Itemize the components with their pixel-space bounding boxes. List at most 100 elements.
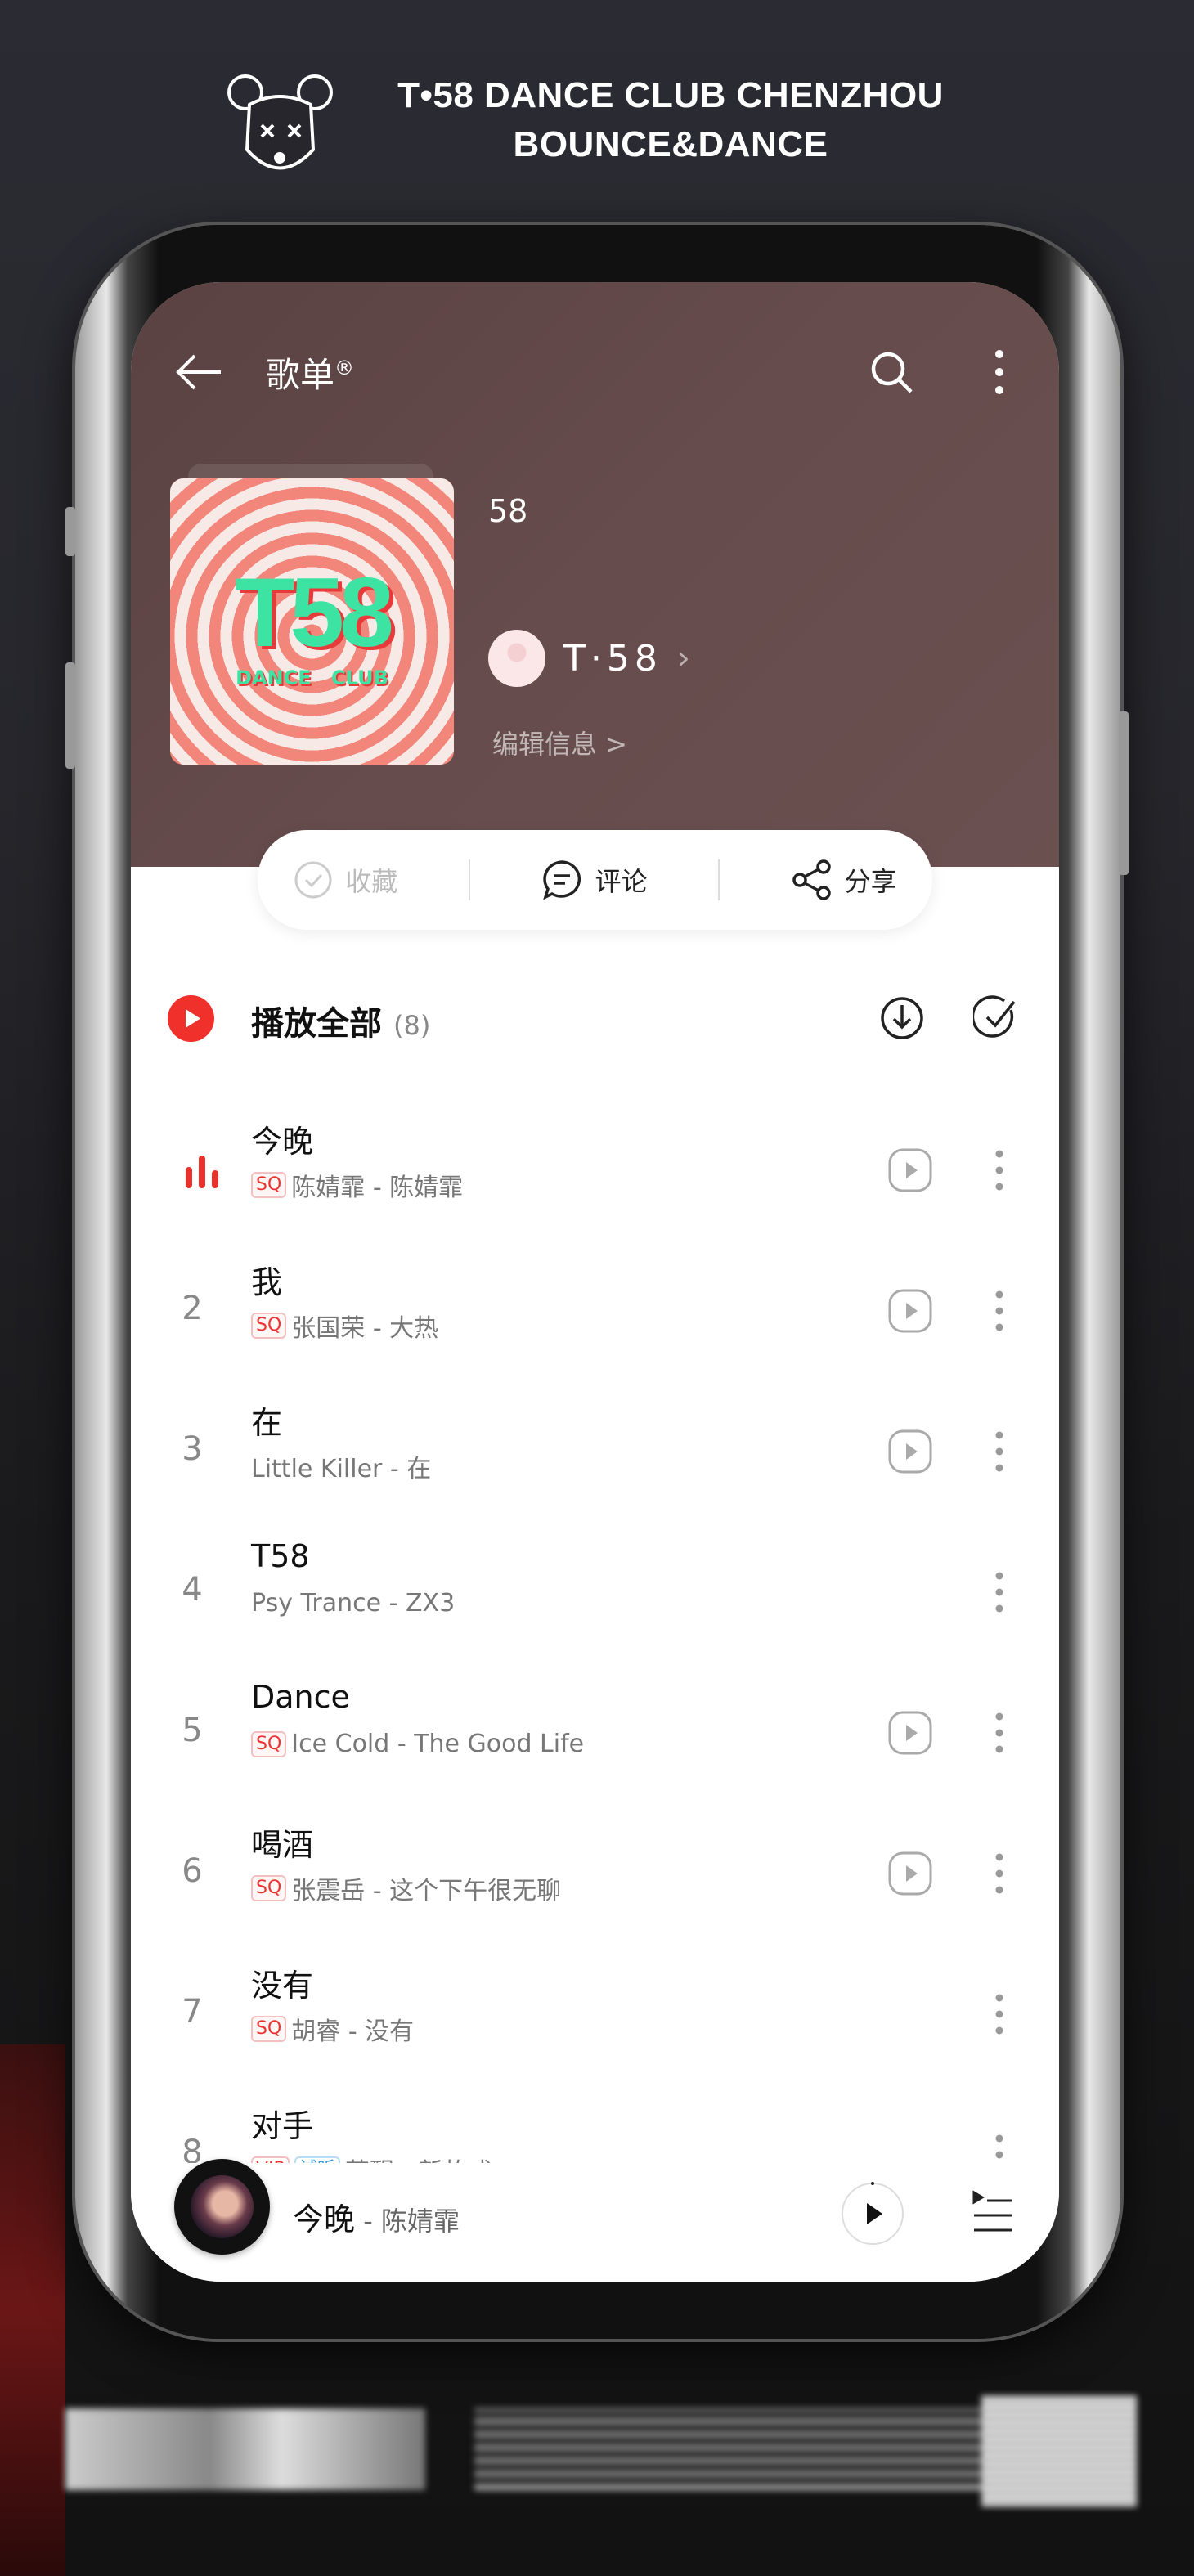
quality-badge: SQ xyxy=(251,1313,287,1339)
footer-text-blurred xyxy=(474,2408,998,2490)
more-vertical-icon[interactable] xyxy=(990,1569,1009,1615)
playlist-cover[interactable]: T58 DANCE CLUB xyxy=(170,478,454,765)
song-row[interactable]: 6 喝酒 SQ 张震岳 - 这个下午很无聊 xyxy=(131,1803,1059,1944)
creator-link[interactable]: T·58 › xyxy=(488,630,690,687)
playlist-title: 58 xyxy=(488,493,528,529)
more-vertical-icon[interactable] xyxy=(990,1288,1009,1334)
share-button[interactable]: 分享 xyxy=(791,859,897,901)
collect-button[interactable]: 收藏 xyxy=(293,859,397,900)
phone-button xyxy=(65,662,75,769)
creator-name: T·58 xyxy=(563,637,662,680)
song-title: 没有 xyxy=(251,1968,314,2004)
song-subtitle: Psy Trance - ZX3 xyxy=(251,1589,455,1618)
registered-mark: ® xyxy=(334,357,355,379)
edit-info-link[interactable]: 编辑信息 > xyxy=(492,724,627,761)
download-icon[interactable] xyxy=(879,995,925,1041)
song-row[interactable]: 3 在 Little Killer - 在 xyxy=(131,1381,1059,1522)
track-number: 2 xyxy=(182,1290,203,1327)
now-playing-bars-icon xyxy=(186,1156,218,1188)
footer-logo-blurred xyxy=(65,2408,425,2490)
play-button[interactable] xyxy=(840,2181,905,2246)
quality-badge: SQ xyxy=(251,1875,287,1901)
play-all-icon[interactable] xyxy=(168,995,214,1042)
now-playing-text: 今晚 - 陈婧霏 xyxy=(293,2194,460,2239)
song-title: 在 xyxy=(251,1405,283,1441)
artist-album: Ice Cold - The Good Life xyxy=(291,1730,585,1758)
phone-button xyxy=(1119,711,1129,875)
song-title: 今晚 xyxy=(251,1124,314,1160)
divider xyxy=(718,859,720,900)
artist-album: 陈婧霏 - 陈婧霏 xyxy=(291,1174,464,1202)
song-row[interactable]: 5 Dance SQ Ice Cold - The Good Life xyxy=(131,1663,1059,1803)
check-circle-icon xyxy=(294,861,332,899)
song-subtitle: Little Killer - 在 xyxy=(251,1448,431,1484)
action-bar: 收藏 评论 分享 xyxy=(258,830,932,930)
song-row[interactable]: 7 没有 SQ 胡睿 - 没有 xyxy=(131,1944,1059,2085)
song-subtitle: SQ 张震岳 - 这个下午很无聊 xyxy=(251,1870,561,1906)
quality-badge: SQ xyxy=(251,2016,287,2042)
title-text: 歌单 xyxy=(266,355,335,395)
more-vertical-icon[interactable] xyxy=(990,1991,1009,2037)
more-vertical-icon[interactable] xyxy=(990,1710,1009,1756)
divider xyxy=(468,859,470,900)
chevron-right-icon: › xyxy=(676,640,690,677)
now-playing-cover[interactable] xyxy=(174,2159,270,2255)
track-number: 3 xyxy=(182,1430,203,1468)
more-vertical-icon[interactable] xyxy=(990,348,1010,397)
song-row[interactable]: 今晚 SQ 陈婧霏 - 陈婧霏 xyxy=(131,1100,1059,1241)
song-subtitle: SQ 胡睿 - 没有 xyxy=(251,2011,414,2047)
share-icon xyxy=(792,859,831,900)
more-vertical-icon[interactable] xyxy=(990,1429,1009,1474)
song-title: T58 xyxy=(251,1538,310,1574)
song-subtitle: SQ 张国荣 - 大热 xyxy=(251,1308,438,1344)
song-title: 喝酒 xyxy=(251,1827,314,1863)
footer-banner xyxy=(33,2396,1161,2515)
now-playing-title: 今晚 xyxy=(293,2201,356,2237)
playlist-icon[interactable] xyxy=(969,2189,1015,2235)
song-title: Dance xyxy=(251,1679,350,1715)
mv-play-icon[interactable] xyxy=(887,1851,933,1896)
mv-play-icon[interactable] xyxy=(887,1147,933,1193)
share-label: 分享 xyxy=(844,866,897,897)
more-vertical-icon[interactable] xyxy=(990,1147,1009,1193)
artist-album: 胡睿 - 没有 xyxy=(291,2017,415,2046)
song-row[interactable]: 4 T58 Psy Trance - ZX3 xyxy=(131,1522,1059,1663)
cover-subtitle: DANCE CLUB xyxy=(236,666,388,689)
song-subtitle: SQ 陈婧霏 - 陈婧霏 xyxy=(251,1167,463,1203)
song-title: 对手 xyxy=(251,2108,314,2144)
bear-head-logo xyxy=(227,74,333,170)
track-number: 4 xyxy=(182,1571,203,1609)
song-count: (8) xyxy=(393,1010,431,1041)
brand-line-2: BOUNCE&DANCE xyxy=(513,124,828,164)
quality-badge: SQ xyxy=(251,1730,287,1757)
brand-line-1: T•58 DANCE CLUB CHENZHOU xyxy=(397,75,944,115)
mv-play-icon[interactable] xyxy=(887,1710,933,1756)
more-vertical-icon[interactable] xyxy=(990,1851,1009,1896)
mv-play-icon[interactable] xyxy=(887,1429,933,1474)
song-subtitle: SQ Ice Cold - The Good Life xyxy=(251,1730,584,1758)
quality-badge: SQ xyxy=(251,1172,287,1198)
cover-title: T58 xyxy=(235,558,394,667)
comment-icon xyxy=(543,860,581,900)
mv-play-icon[interactable] xyxy=(887,1288,933,1334)
arrow-left-icon[interactable] xyxy=(172,352,229,393)
play-all-row: 播放全部 (8) xyxy=(131,985,1059,1051)
search-icon[interactable] xyxy=(867,348,916,397)
multi-select-icon[interactable] xyxy=(973,995,1019,1041)
phone-button xyxy=(65,507,75,556)
comment-button[interactable]: 评论 xyxy=(541,859,647,901)
mini-player[interactable]: 今晚 - 陈婧霏 xyxy=(131,2159,1059,2282)
song-title: 我 xyxy=(251,1264,283,1300)
phone-screen: 歌单® T58 DANCE CLUB 58 T·58 › 编辑信息 > 收藏 评… xyxy=(131,282,1059,2282)
artist-album: 张国荣 - 大热 xyxy=(291,1314,439,1343)
now-playing-artist: - 陈婧霏 xyxy=(355,2206,460,2237)
song-row[interactable]: 2 我 SQ 张国荣 - 大热 xyxy=(131,1241,1059,1381)
comment-label: 评论 xyxy=(595,866,648,897)
track-number: 5 xyxy=(182,1712,203,1749)
artist-album: Psy Trance - ZX3 xyxy=(251,1589,456,1618)
avatar xyxy=(488,630,545,687)
play-all-label: 播放全部 xyxy=(251,1005,382,1043)
track-number: 6 xyxy=(182,1852,203,1890)
artist-album: 张震岳 - 这个下午很无聊 xyxy=(291,1877,562,1905)
play-all-button[interactable]: 播放全部 (8) xyxy=(251,997,430,1044)
